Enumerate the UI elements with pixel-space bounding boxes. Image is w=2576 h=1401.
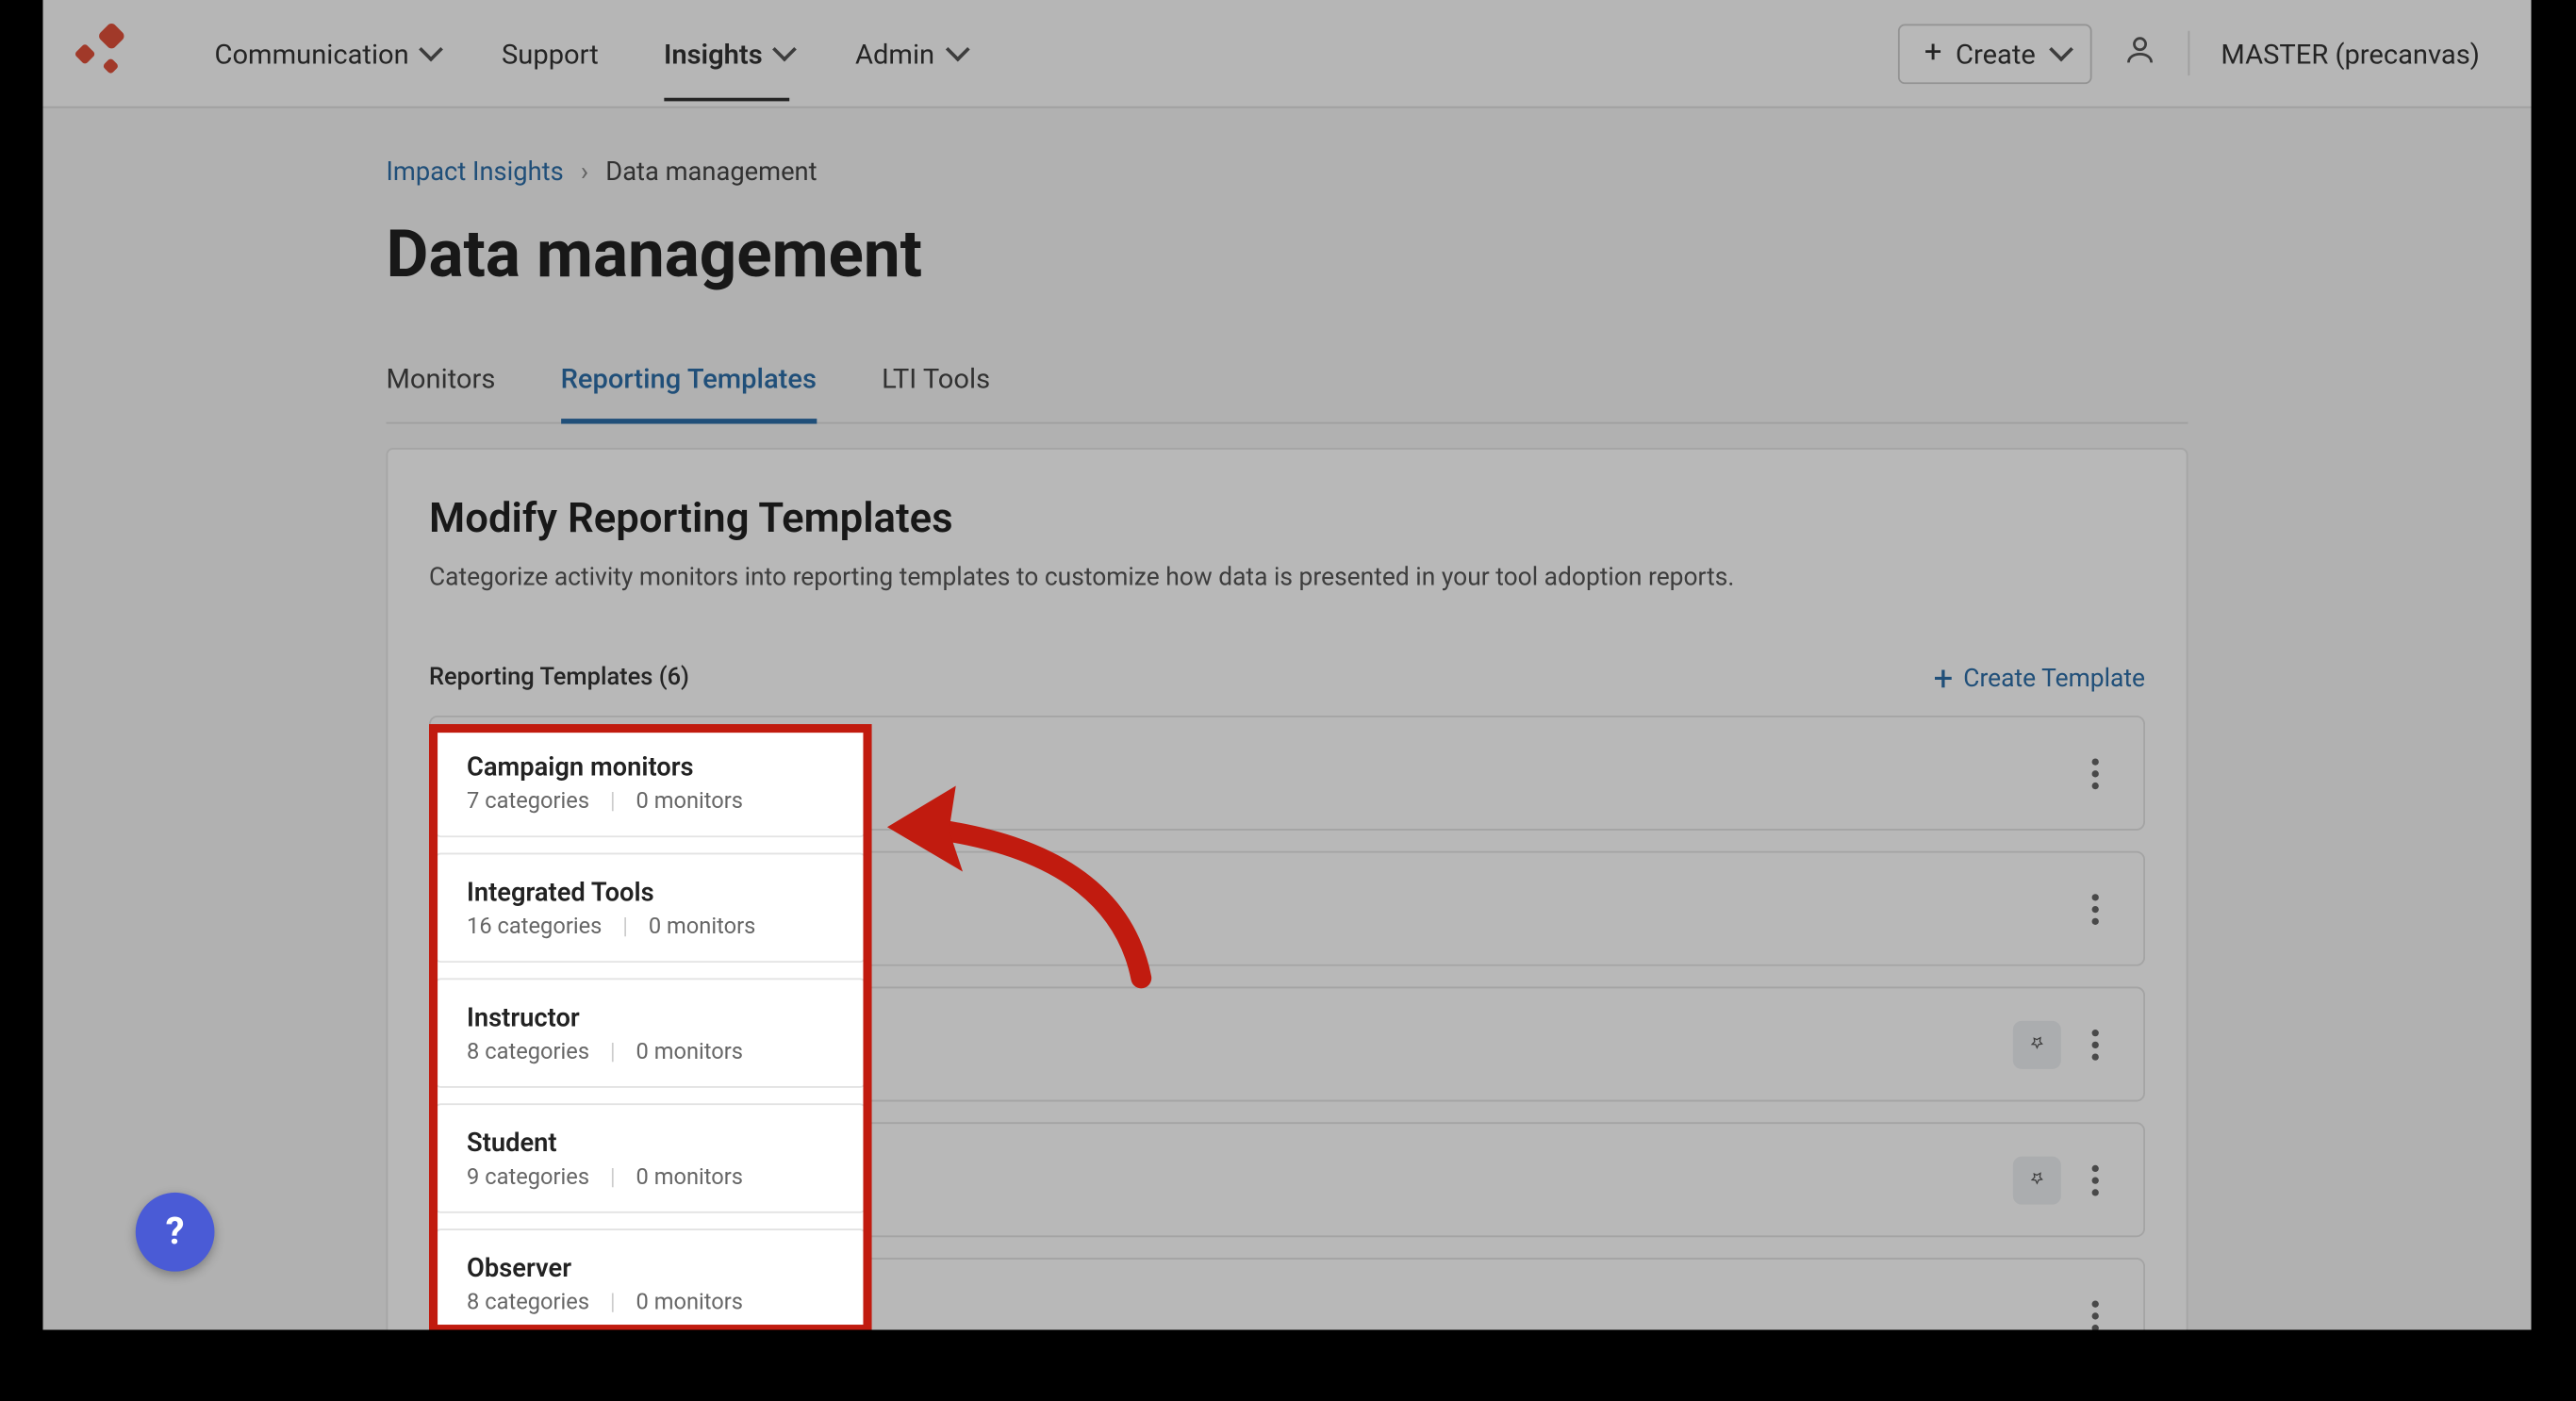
help-fab[interactable]: ?: [136, 1193, 215, 1272]
breadcrumb-current: Data management: [605, 157, 817, 188]
nav-support[interactable]: Support: [502, 6, 599, 100]
user-icon[interactable]: [2123, 33, 2157, 74]
template-meta: 8 categories | 0 monitors: [467, 1039, 743, 1064]
template-row[interactable]: Student 9 categories | 0 monitors: [434, 1103, 867, 1212]
page-title: Data management: [387, 218, 2188, 293]
list-header-label: Reporting Templates (6): [429, 664, 689, 691]
kebab-menu[interactable]: [2078, 1290, 2112, 1330]
plus-icon: +: [1934, 661, 1954, 695]
kebab-menu[interactable]: [2078, 748, 2112, 799]
chevron-right-icon: ›: [581, 157, 588, 188]
create-template-label: Create Template: [1963, 663, 2145, 692]
template-name: Integrated Tools: [467, 876, 755, 907]
pipe: |: [610, 1164, 616, 1190]
card-title: Modify Reporting Templates: [429, 494, 2145, 542]
chevron-down-icon: [2050, 38, 2074, 62]
divider: [2188, 31, 2190, 75]
topbar: Communication Support Insights Admin + C…: [43, 0, 2532, 108]
question-icon: ?: [166, 1211, 185, 1254]
template-monitors: 0 monitors: [636, 1290, 743, 1315]
pipe: |: [610, 788, 616, 814]
nav-admin[interactable]: Admin: [855, 6, 962, 100]
template-meta: 16 categories | 0 monitors: [467, 914, 755, 939]
list-header: Reporting Templates (6) + Create Templat…: [429, 661, 2145, 695]
template-row[interactable]: Observer 8 categories | 0 monitors: [434, 1228, 867, 1329]
tabs: Monitors Reporting Templates LTI Tools: [387, 362, 2188, 424]
app-frame: Communication Support Insights Admin + C…: [43, 0, 2532, 1330]
nav-label: Communication: [215, 37, 409, 70]
plus-icon: +: [1924, 38, 1942, 69]
kebab-menu[interactable]: [2078, 882, 2112, 934]
template-name: Observer: [467, 1252, 743, 1283]
pipe: |: [610, 1039, 616, 1064]
template-monitors: 0 monitors: [636, 788, 743, 814]
main-nav: Communication Support Insights Admin: [215, 6, 1899, 100]
card-description: Categorize activity monitors into report…: [429, 563, 2145, 592]
pipe: |: [610, 1290, 616, 1315]
user-name[interactable]: MASTER (precanvas): [2221, 37, 2479, 70]
template-monitors: 0 monitors: [649, 914, 755, 939]
pipe: |: [622, 914, 628, 939]
template-row[interactable]: Integrated Tools 16 categories | 0 monitors: [434, 853, 867, 963]
template-categories: 8 categories: [467, 1290, 589, 1315]
row-actions: [2078, 882, 2112, 934]
template-categories: 8 categories: [467, 1039, 589, 1064]
template-monitors: 0 monitors: [636, 1039, 743, 1064]
breadcrumb: Impact Insights › Data management: [387, 157, 2188, 188]
highlight-region: Campaign monitors 7 categories | 0 monitors…: [434, 730, 867, 1330]
template-name: Student: [467, 1127, 743, 1158]
template-meta: 8 categories | 0 monitors: [467, 1290, 743, 1315]
template-meta: 7 categories | 0 monitors: [467, 788, 743, 814]
logo-icon: [74, 25, 128, 80]
kebab-menu[interactable]: [2078, 1018, 2112, 1070]
template-name: Campaign monitors: [467, 750, 743, 782]
template-monitors: 0 monitors: [636, 1164, 743, 1190]
row-actions: [2078, 1290, 2112, 1330]
template-meta: 9 categories | 0 monitors: [467, 1164, 743, 1190]
breadcrumb-root[interactable]: Impact Insights: [387, 157, 564, 188]
template-row[interactable]: Instructor 8 categories | 0 monitors: [434, 978, 867, 1087]
topbar-right: + Create MASTER (precanvas): [1899, 24, 2480, 84]
template-categories: 16 categories: [467, 914, 602, 939]
nav-label: Support: [502, 37, 599, 70]
nav-label: Insights: [664, 37, 763, 70]
pin-icon[interactable]: [2013, 1156, 2061, 1204]
create-button[interactable]: + Create: [1899, 24, 2092, 84]
kebab-menu[interactable]: [2078, 1154, 2112, 1206]
pin-icon[interactable]: [2013, 1020, 2061, 1068]
template-name: Instructor: [467, 1001, 743, 1032]
template-categories: 9 categories: [467, 1164, 589, 1190]
nav-insights[interactable]: Insights: [664, 6, 790, 100]
create-label: Create: [1956, 37, 2036, 70]
chevron-down-icon: [945, 38, 969, 62]
chevron-down-icon: [420, 38, 444, 62]
tab-lti-tools[interactable]: LTI Tools: [882, 362, 990, 422]
nav-communication[interactable]: Communication: [215, 6, 437, 100]
tab-reporting-templates[interactable]: Reporting Templates: [561, 362, 817, 424]
create-template-button[interactable]: + Create Template: [1934, 661, 2145, 695]
row-actions: [2013, 1154, 2113, 1206]
nav-label: Admin: [855, 37, 934, 70]
template-row[interactable]: Campaign monitors 7 categories | 0 monitors: [434, 730, 867, 838]
content: Impact Insights › Data management Data m…: [43, 108, 2532, 1330]
row-actions: [2013, 1018, 2113, 1070]
tab-monitors[interactable]: Monitors: [387, 362, 496, 422]
template-categories: 7 categories: [467, 788, 589, 814]
row-actions: [2078, 748, 2112, 799]
chevron-down-icon: [773, 38, 798, 62]
